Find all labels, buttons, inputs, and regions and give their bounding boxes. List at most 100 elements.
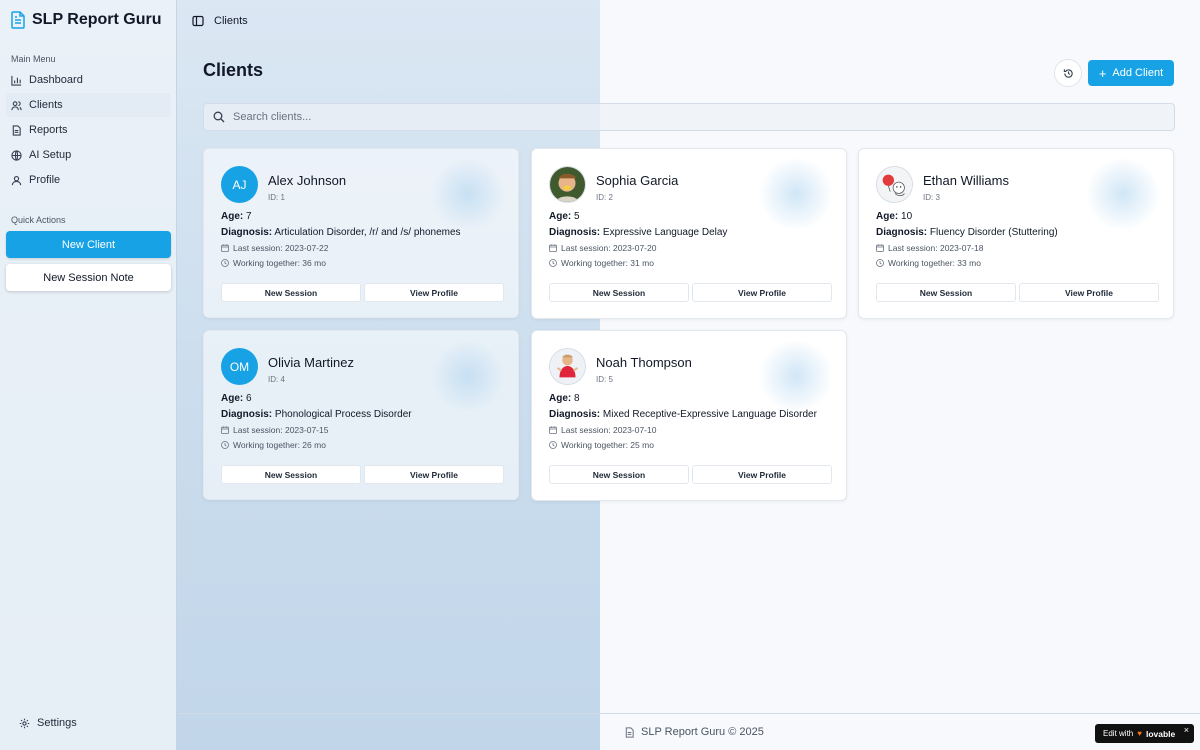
close-icon[interactable]: × xyxy=(1184,725,1189,735)
client-age: Age: 10 xyxy=(876,211,913,222)
bar-chart-icon xyxy=(11,75,22,86)
new-session-button[interactable]: New Session xyxy=(549,465,689,484)
sidebar-item-profile[interactable]: Profile xyxy=(6,168,171,192)
working-together: Working together: 26 mo xyxy=(221,440,326,450)
client-diagnosis: Diagnosis: Expressive Language Delay xyxy=(549,227,728,238)
avatar: OM xyxy=(221,348,258,385)
client-card-ethan-williams: Ethan Williams ID: 3 Age: 10 Diagnosis: … xyxy=(858,148,1174,319)
client-name: Olivia Martinez xyxy=(268,355,354,370)
working-together: Working together: 31 mo xyxy=(549,258,654,268)
breadcrumb: Clients xyxy=(214,14,248,27)
sidebar: SLP Report Guru Main Menu Dashboard Clie… xyxy=(0,0,177,750)
view-profile-button[interactable]: View Profile xyxy=(692,465,832,484)
new-session-note-button[interactable]: New Session Note xyxy=(6,264,171,291)
working-together: Working together: 33 mo xyxy=(876,258,981,268)
edit-with-lovable-badge[interactable]: Edit with ♥ lovable × xyxy=(1095,724,1194,743)
sidebar-item-label: Reports xyxy=(29,124,68,136)
working-together: Working together: 25 mo xyxy=(549,440,654,450)
clock-icon xyxy=(876,259,884,267)
new-session-button[interactable]: New Session xyxy=(221,465,361,484)
last-session: Last session: 2023-07-10 xyxy=(549,425,656,435)
search-input[interactable] xyxy=(233,111,1133,123)
history-button[interactable] xyxy=(1054,59,1082,87)
footer-divider xyxy=(178,713,1200,714)
client-name: Ethan Williams xyxy=(923,173,1009,188)
client-age: Age: 5 xyxy=(549,211,580,222)
avatar-photo-child-icon xyxy=(549,166,586,203)
footer: SLP Report Guru © 2025 xyxy=(624,726,764,738)
badge-prefix: Edit with xyxy=(1103,729,1134,738)
top-bar: Clients xyxy=(178,0,1200,41)
client-card-alex-johnson: AJ Alex Johnson ID: 1 Age: 7 Diagnosis: … xyxy=(203,148,519,318)
plus-icon: + xyxy=(1098,65,1107,81)
sidebar-item-dashboard[interactable]: Dashboard xyxy=(6,68,171,92)
client-card-sophia-garcia: Sophia Garcia ID: 2 Age: 5 Diagnosis: Ex… xyxy=(531,148,847,319)
view-profile-button[interactable]: View Profile xyxy=(692,283,832,302)
view-profile-button[interactable]: View Profile xyxy=(364,465,504,484)
calendar-icon xyxy=(876,244,884,252)
client-name: Noah Thompson xyxy=(596,355,692,370)
client-diagnosis: Diagnosis: Phonological Process Disorder xyxy=(221,409,412,420)
view-profile-button[interactable]: View Profile xyxy=(1019,283,1159,302)
sidebar-item-label: Clients xyxy=(29,99,63,111)
client-id: ID: 3 xyxy=(923,193,940,202)
client-id: ID: 2 xyxy=(596,193,613,202)
gear-icon xyxy=(19,718,30,728)
calendar-icon xyxy=(549,426,557,434)
client-diagnosis: Diagnosis: Mixed Receptive-Expressive La… xyxy=(549,409,817,420)
app-title: SLP Report Guru xyxy=(32,11,162,28)
search-icon xyxy=(213,111,225,123)
add-client-label: Add Client xyxy=(1112,67,1164,79)
last-session: Last session: 2023-07-18 xyxy=(876,243,983,253)
user-icon xyxy=(11,175,22,185)
new-client-button[interactable]: New Client xyxy=(6,231,171,258)
client-name: Sophia Garcia xyxy=(596,173,679,188)
new-session-button[interactable]: New Session xyxy=(876,283,1016,302)
document-icon xyxy=(11,11,25,29)
sidebar-item-clients[interactable]: Clients xyxy=(6,93,171,117)
sidebar-item-label: Profile xyxy=(29,174,61,186)
document-icon xyxy=(625,726,634,738)
calendar-icon xyxy=(221,244,229,252)
file-text-icon xyxy=(12,124,21,136)
heart-icon: ♥ xyxy=(1137,729,1142,738)
quick-actions-label: Quick Actions xyxy=(11,215,66,225)
footer-text: SLP Report Guru © 2025 xyxy=(641,726,764,738)
sidebar-item-ai-setup[interactable]: AI Setup xyxy=(6,143,171,167)
clock-icon xyxy=(221,441,229,449)
new-session-button[interactable]: New Session xyxy=(221,283,361,302)
settings-button[interactable]: Settings xyxy=(19,717,77,729)
history-icon xyxy=(1063,68,1073,78)
client-age: Age: 6 xyxy=(221,393,252,404)
brand[interactable]: SLP Report Guru xyxy=(10,11,162,29)
add-client-button[interactable]: + Add Client xyxy=(1088,60,1174,86)
sidebar-nav: Dashboard Clients Reports AI Setup Profi… xyxy=(6,68,171,193)
client-name: Alex Johnson xyxy=(268,173,347,188)
main-menu-label: Main Menu xyxy=(11,54,56,64)
new-session-button[interactable]: New Session xyxy=(549,283,689,302)
search-bar xyxy=(203,103,1175,131)
settings-label: Settings xyxy=(37,717,77,729)
child-photo-icon xyxy=(550,167,585,202)
globe-icon xyxy=(11,149,22,161)
client-age: Age: 8 xyxy=(549,393,580,404)
page-title: Clients xyxy=(203,60,264,80)
client-id: ID: 4 xyxy=(268,375,285,384)
avatar-photo-child-red-icon xyxy=(549,348,586,385)
child-red-shirt-icon xyxy=(550,349,585,384)
last-session: Last session: 2023-07-15 xyxy=(221,425,328,435)
view-profile-button[interactable]: View Profile xyxy=(364,283,504,302)
client-diagnosis: Diagnosis: Articulation Disorder, /r/ an… xyxy=(221,227,461,238)
last-session: Last session: 2023-07-22 xyxy=(221,243,328,253)
clock-icon xyxy=(221,259,229,267)
client-card-olivia-martinez: OM Olivia Martinez ID: 4 Age: 6 Diagnosi… xyxy=(203,330,519,500)
users-icon xyxy=(11,100,22,110)
last-session: Last session: 2023-07-20 xyxy=(549,243,656,253)
sidebar-toggle-icon[interactable] xyxy=(192,15,204,27)
sidebar-item-reports[interactable]: Reports xyxy=(6,118,171,142)
sidebar-item-label: AI Setup xyxy=(29,149,72,161)
avatar: AJ xyxy=(221,166,258,203)
working-together: Working together: 36 mo xyxy=(221,258,326,268)
calendar-icon xyxy=(221,426,229,434)
clock-icon xyxy=(549,259,557,267)
